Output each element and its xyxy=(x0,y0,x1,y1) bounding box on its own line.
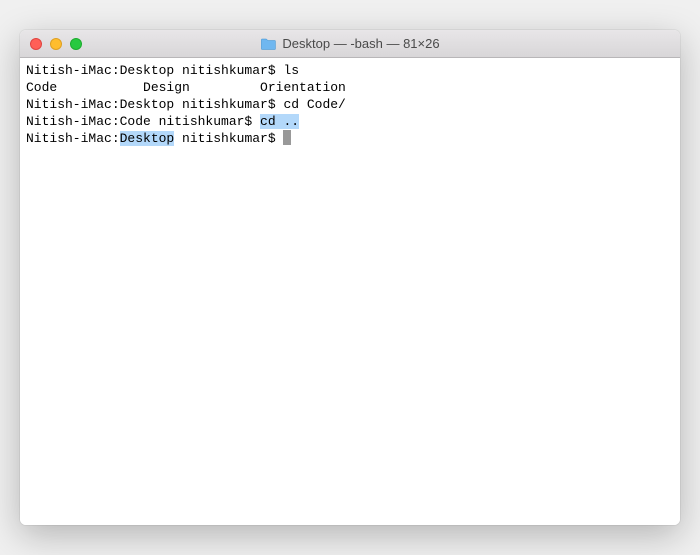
terminal-line: Nitish-iMac:Desktop nitishkumar$ cd Code… xyxy=(26,96,674,113)
titlebar[interactable]: Desktop — -bash — 81×26 xyxy=(20,30,680,58)
prompt-suffix: nitishkumar$ xyxy=(174,131,283,146)
prompt: Nitish-iMac:Desktop nitishkumar$ xyxy=(26,97,283,112)
maximize-button[interactable] xyxy=(70,38,82,50)
titlebar-title-group: Desktop — -bash — 81×26 xyxy=(260,36,439,51)
prompt: Nitish-iMac:Desktop nitishkumar$ xyxy=(26,63,283,78)
traffic-lights xyxy=(30,38,82,50)
close-button[interactable] xyxy=(30,38,42,50)
minimize-button[interactable] xyxy=(50,38,62,50)
folder-icon xyxy=(260,38,276,50)
terminal-window: Desktop — -bash — 81×26 Nitish-iMac:Desk… xyxy=(20,30,680,525)
command-text: ls xyxy=(283,63,299,78)
terminal-output: Code Design Orientation xyxy=(26,79,674,96)
terminal-line: Nitish-iMac:Code nitishkumar$ cd .. xyxy=(26,113,674,130)
highlighted-command: cd .. xyxy=(260,114,299,129)
highlighted-dir: Desktop xyxy=(120,131,175,146)
prompt: Nitish-iMac:Code nitishkumar$ xyxy=(26,114,260,129)
cursor xyxy=(283,130,291,145)
terminal-body[interactable]: Nitish-iMac:Desktop nitishkumar$ lsCode … xyxy=(20,58,680,525)
window-title: Desktop — -bash — 81×26 xyxy=(282,36,439,51)
command-text: cd Code/ xyxy=(283,97,345,112)
terminal-line: Nitish-iMac:Desktop nitishkumar$ xyxy=(26,130,674,147)
terminal-line: Nitish-iMac:Desktop nitishkumar$ ls xyxy=(26,62,674,79)
prompt-prefix: Nitish-iMac: xyxy=(26,131,120,146)
